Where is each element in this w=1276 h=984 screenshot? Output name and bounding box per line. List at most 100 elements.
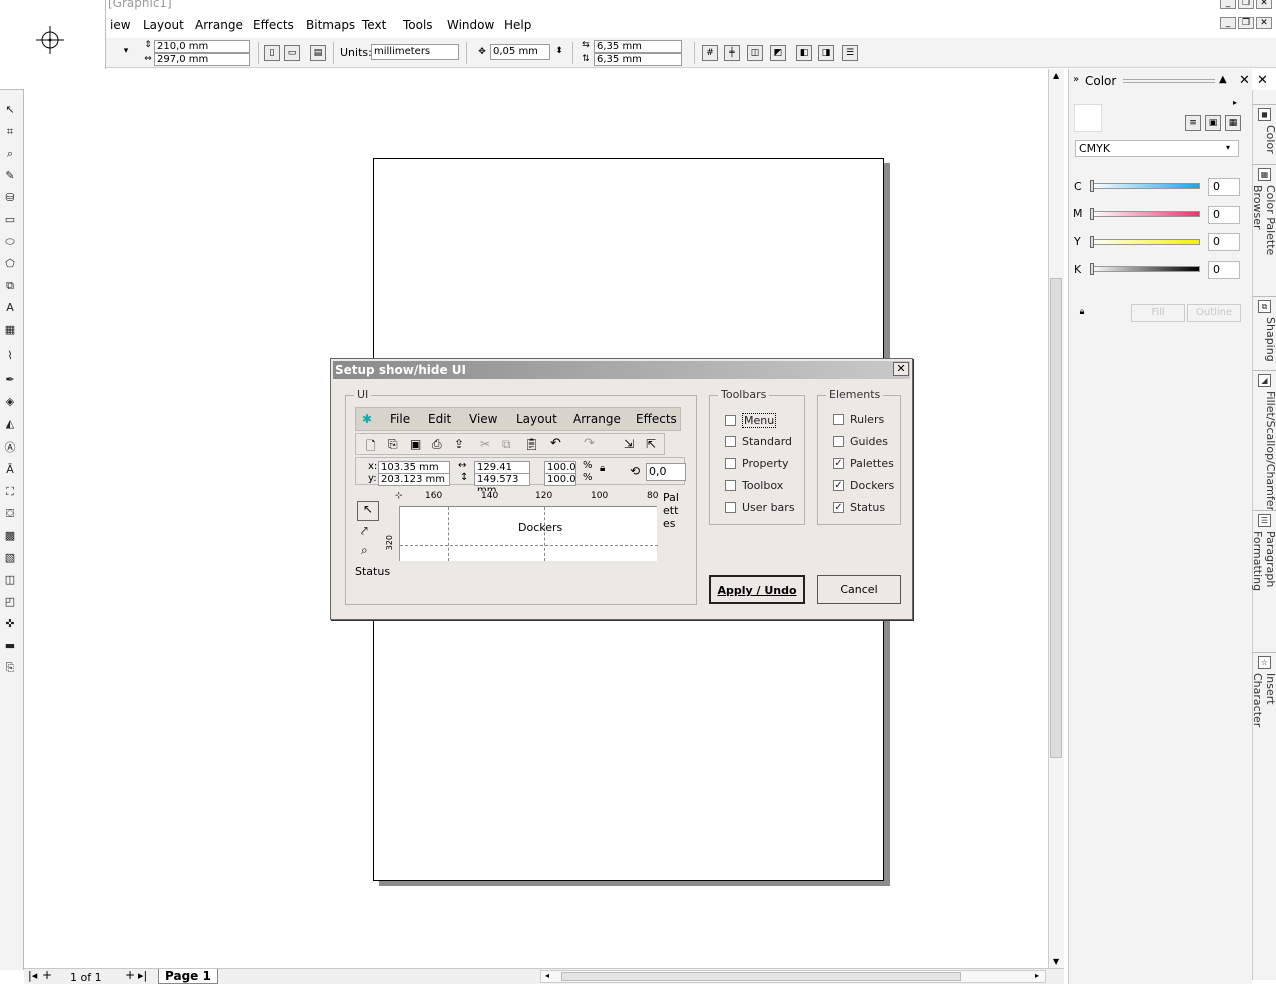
checkbox-box[interactable] [833, 436, 844, 447]
channel-y-slider[interactable] [1090, 236, 1200, 248]
channel-c-thumb[interactable] [1090, 180, 1094, 192]
add-page-before-icon[interactable]: + [42, 968, 52, 982]
checkbox-box[interactable] [725, 480, 736, 491]
channel-c-slider[interactable] [1090, 180, 1200, 192]
channel-m-value[interactable]: 0 [1208, 206, 1240, 224]
connector-tool-icon[interactable]: ✜ [2, 616, 18, 632]
doc-restore-icon[interactable]: ❐ [1238, 17, 1254, 29]
mesh-fill-icon[interactable]: ▧ [2, 550, 18, 566]
restore-icon[interactable]: ❐ [1238, 0, 1254, 9]
toolbar-property-checkbox[interactable]: Property [725, 457, 789, 470]
element-dockers-checkbox[interactable]: ✓ Dockers [833, 479, 894, 492]
doc-close-icon[interactable]: ✕ [1256, 17, 1272, 29]
envelope-tool-icon[interactable]: ⛶ [2, 484, 18, 500]
docker-scroll-right-icon[interactable]: ▸ [1233, 98, 1237, 107]
docker-expand-icon[interactable]: » [1073, 74, 1079, 85]
outline-tool-icon[interactable]: ✒ [2, 372, 18, 388]
checkbox-box[interactable] [725, 436, 736, 447]
zoom-tool-icon[interactable]: ⌕ [2, 146, 18, 162]
dropdown-arrow-icon[interactable]: ▾ [118, 44, 134, 60]
scroll-down-icon[interactable]: ▼ [1053, 957, 1059, 966]
treat-as-filled-icon[interactable]: ◧ [796, 45, 812, 61]
docker-panel-close-icon[interactable]: ✕ [1257, 73, 1268, 88]
page-height-field[interactable]: 297,0 mm [154, 53, 250, 66]
fill-tool-icon[interactable]: ◈ [2, 394, 18, 410]
polygon-tool-icon[interactable]: ⬠ [2, 256, 18, 272]
crop-tool-icon[interactable]: ⌗ [2, 124, 18, 140]
tab-color[interactable]: ◼ Color [1253, 104, 1276, 170]
checkbox-box[interactable] [725, 458, 736, 469]
checkbox-box[interactable]: ✓ [833, 458, 844, 469]
page-width-field[interactable]: 210,0 mm [154, 40, 250, 53]
text-tool-icon[interactable]: A [2, 300, 18, 316]
drop-shadow-icon[interactable]: ◰ [2, 594, 18, 610]
portrait-icon[interactable]: ▯ [264, 45, 280, 61]
color-viewer-icon[interactable]: ▣ [1205, 115, 1221, 131]
element-guides-checkbox[interactable]: Guides [833, 435, 888, 448]
horizontal-scroll-thumb[interactable] [561, 972, 961, 981]
element-status-checkbox[interactable]: ✓ Status [833, 501, 885, 514]
page-layout-icon[interactable]: ▤ [310, 45, 326, 61]
menu-view[interactable]: iew [110, 18, 131, 32]
channel-y-value[interactable]: 0 [1208, 233, 1240, 251]
element-palettes-checkbox[interactable]: ✓ Palettes [833, 457, 894, 470]
tab-insert-character[interactable]: ☆ Insert Character [1251, 652, 1276, 762]
dup-y-field[interactable]: 6,35 mm [594, 53, 682, 66]
color-sliders-icon[interactable]: ≡ [1185, 115, 1201, 131]
interactive-fill-icon[interactable]: ◭ [2, 416, 18, 432]
eyedropper-tool-icon[interactable]: ⌇ [2, 348, 18, 364]
snap-guides-icon[interactable]: ╪ [724, 45, 740, 61]
snap-grid-icon[interactable]: # [702, 45, 718, 61]
channel-y-thumb[interactable] [1090, 236, 1094, 248]
menu-bitmaps[interactable]: Bitmaps [306, 18, 355, 32]
channel-k-value[interactable]: 0 [1208, 261, 1240, 279]
add-page-after-icon[interactable]: + [125, 968, 135, 982]
close-icon[interactable]: ✕ [1256, 0, 1272, 9]
menu-help[interactable]: Help [504, 18, 531, 32]
page-tab[interactable]: Page 1 [158, 969, 218, 984]
freehand-tool-icon[interactable]: ✎ [2, 168, 18, 184]
ellipse-tool-icon[interactable]: ⬭ [2, 234, 18, 250]
nudge-spinner-icon[interactable]: ⬍ [551, 44, 567, 60]
preview-menubar[interactable]: ✱ File Edit View Layout Arrange Effects [355, 407, 681, 431]
docker-collapse-icon[interactable]: ▲ [1219, 74, 1227, 85]
tab-paragraph-formatting[interactable]: ☰ Paragraph Formatting [1251, 510, 1276, 650]
color-model-select[interactable]: CMYK ▾ [1075, 140, 1239, 157]
color-palettes-icon[interactable]: ▦ [1225, 115, 1241, 131]
toolbar-standard-checkbox[interactable]: Standard [725, 435, 792, 448]
scroll-right-icon[interactable]: ▸ [1035, 971, 1039, 980]
channel-m-thumb[interactable] [1090, 208, 1094, 220]
scroll-left-icon[interactable]: ◂ [545, 971, 549, 980]
channel-k-thumb[interactable] [1090, 263, 1094, 275]
basic-shapes-icon[interactable]: ⧉ [2, 278, 18, 294]
menu-tools[interactable]: Tools [403, 18, 433, 32]
transparency-tool-icon[interactable]: ▩ [2, 528, 18, 544]
channel-m-slider[interactable] [1090, 208, 1200, 220]
doc-minimize-icon[interactable]: _ [1220, 17, 1236, 29]
contour-tool-icon[interactable]: ◫ [2, 572, 18, 588]
palette-tool-icon[interactable]: ▬ [2, 638, 18, 654]
docker-close-icon[interactable]: ✕ [1239, 73, 1250, 88]
toolbar-userbars-checkbox[interactable]: User bars [725, 501, 795, 514]
script-tool-icon[interactable]: ⎘ [2, 660, 18, 676]
menu-layout[interactable]: Layout [143, 18, 184, 32]
dup-x-field[interactable]: 6,35 mm [594, 40, 682, 53]
dynamic-guides-icon[interactable]: ◩ [770, 45, 786, 61]
lock-icon[interactable]: 🔒︎ [1074, 305, 1090, 321]
interactive-blend-icon[interactable]: ▦ [2, 322, 18, 338]
tab-color-palette-browser[interactable]: ▦ Color Palette Browser [1251, 164, 1276, 294]
smart-fill-icon[interactable]: ⛁ [2, 190, 18, 206]
cancel-button[interactable]: Cancel [817, 575, 901, 604]
units-select[interactable]: millimeters [371, 44, 459, 60]
options-icon[interactable]: ☰ [842, 45, 858, 61]
docker-grip[interactable] [1123, 79, 1215, 83]
fill-button[interactable]: Fill [1131, 304, 1185, 322]
checkbox-box[interactable]: ✓ [833, 502, 844, 513]
element-rulers-checkbox[interactable]: Rulers [833, 413, 884, 426]
shape-tool-icon[interactable]: ↖ [2, 102, 18, 118]
horizontal-scrollbar[interactable]: ◂ ▸ [540, 970, 1046, 983]
checkbox-box[interactable] [725, 502, 736, 513]
tab-fillet[interactable]: ◢ Fillet/Scallop/Chamfer [1253, 370, 1276, 511]
menu-effects[interactable]: Effects [253, 18, 294, 32]
draw-options-icon[interactable]: ◨ [818, 45, 834, 61]
